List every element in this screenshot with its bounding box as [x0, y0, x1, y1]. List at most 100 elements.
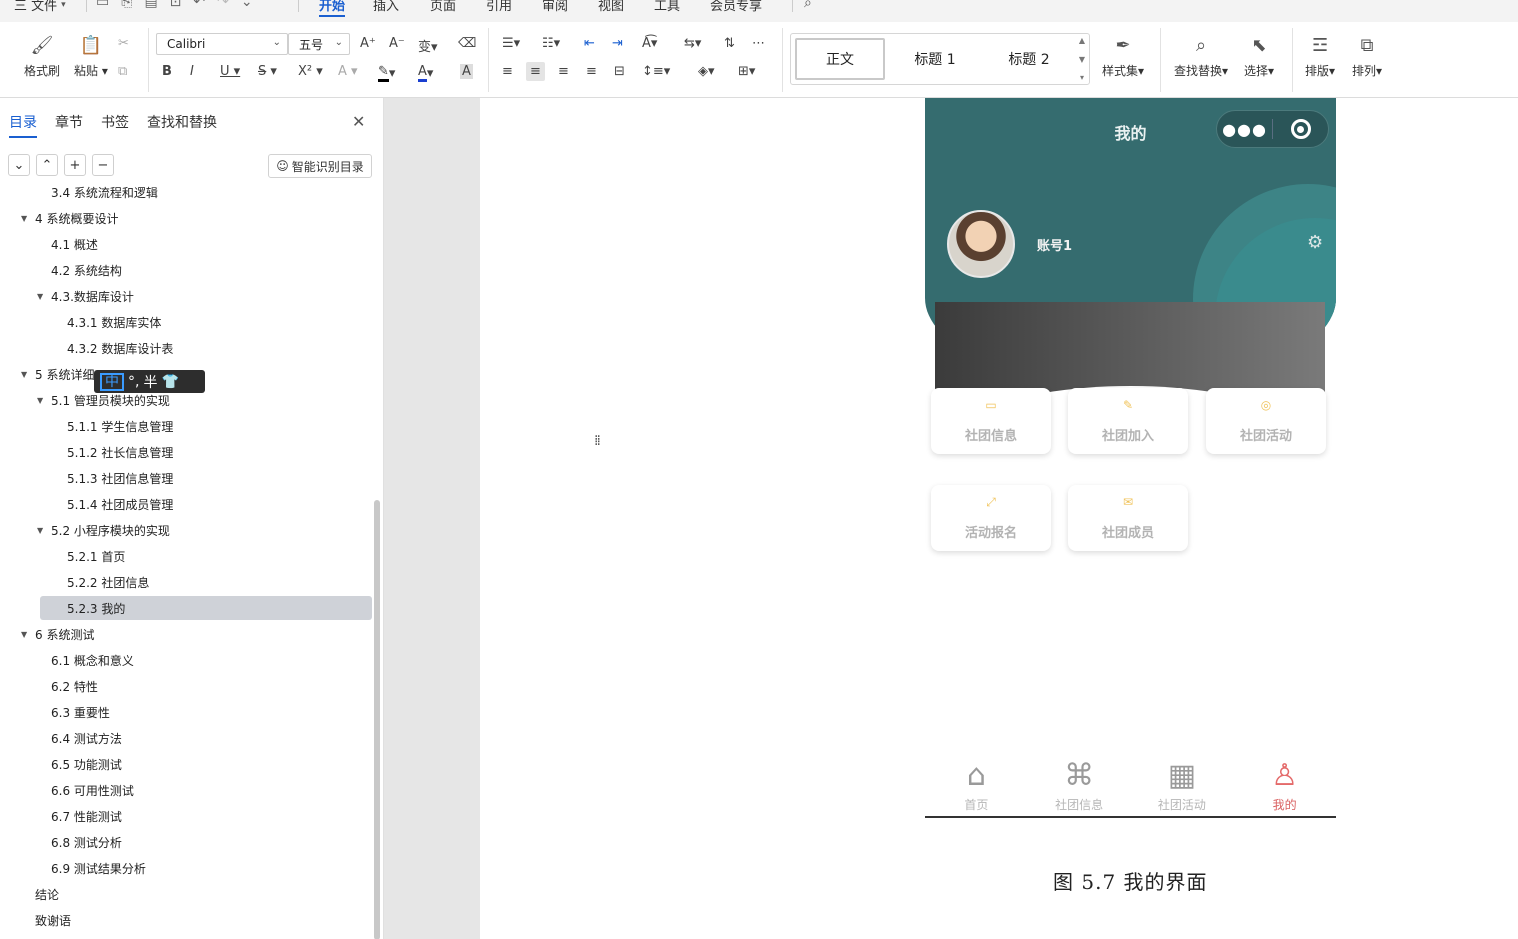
toc-item[interactable]: 5.2.2 社团信息	[0, 570, 372, 594]
tab-toc[interactable]: 目录	[9, 112, 37, 138]
tab-view[interactable]: 视图	[598, 0, 624, 14]
find-replace-button[interactable]: ⌕ 查找替换▾	[1174, 34, 1228, 79]
share-icon[interactable]: ⎘	[121, 0, 132, 10]
tab-tools[interactable]: 工具	[654, 0, 680, 14]
font-size-select[interactable]: 五号 ⌄	[288, 33, 350, 55]
ime-width[interactable]: 半	[143, 372, 157, 392]
toc-item[interactable]: 致谢语	[0, 908, 372, 932]
toc-item[interactable]: 5.1.3 社团信息管理	[0, 466, 372, 490]
bullet-list-icon[interactable]: ☰▾	[502, 36, 520, 51]
toc-item[interactable]: 6.3 重要性	[0, 700, 372, 724]
customize-icon[interactable]: ⌄	[241, 0, 253, 10]
tab-home[interactable]: 开始	[319, 0, 346, 17]
toc-item[interactable]: 5.1.4 社团成员管理	[0, 492, 372, 516]
align-right-icon[interactable]: ≡	[558, 64, 569, 79]
sort-icon[interactable]: ⇅	[724, 36, 735, 51]
skin-icon[interactable]: 👕	[161, 374, 178, 390]
style-heading-1[interactable]: 标题 1	[891, 38, 979, 80]
align-center-icon[interactable]: ≡	[526, 62, 545, 81]
style-gallery-scroll[interactable]: ▲ ▼ ▾	[1077, 36, 1087, 82]
cut-icon[interactable]: ✂	[118, 36, 129, 51]
strikethrough-icon[interactable]: S̶ ▾	[258, 64, 277, 79]
shading-icon[interactable]: ◈▾	[698, 64, 715, 79]
tab-chapters[interactable]: 章节	[55, 112, 83, 138]
style-heading-2[interactable]: 标题 2	[985, 38, 1073, 80]
toc-item[interactable]: 3.4 系统流程和逻辑	[0, 180, 372, 204]
toc-item[interactable]: 6.7 性能测试	[0, 804, 372, 828]
file-menu[interactable]: 三 文件 ▾	[14, 0, 66, 14]
arrange-button[interactable]: ⧉ 排列▾	[1352, 34, 1382, 79]
bold-icon[interactable]: B	[162, 64, 172, 79]
toc-item[interactable]: 4.1 概述	[0, 232, 372, 256]
toc-item[interactable]: 6.2 特性	[0, 674, 372, 698]
convert-icon[interactable]: ⇆▾	[684, 36, 701, 51]
undo-icon[interactable]: ↶	[193, 0, 205, 10]
phonetic-guide-icon[interactable]: 变▾	[418, 36, 438, 55]
line-spacing-icon[interactable]: ↕≡▾	[642, 64, 670, 79]
toc-item[interactable]: ▼ 6 系统测试	[0, 622, 372, 646]
toc-item[interactable]: 4.3.2 数据库设计表	[0, 336, 372, 360]
expand-icon[interactable]: ▾	[1080, 73, 1084, 82]
add-heading-button[interactable]: +	[64, 154, 86, 176]
search-icon[interactable]: ⌕	[804, 0, 812, 11]
chevron-up-icon[interactable]: ▲	[1079, 36, 1085, 45]
layout-button[interactable]: ☲ 排版▾	[1305, 34, 1335, 79]
ime-mode[interactable]: 中	[100, 372, 124, 391]
expand-triangle-icon[interactable]: ▼	[21, 214, 27, 223]
superscript-icon[interactable]: X² ▾	[298, 64, 323, 79]
increase-indent-icon[interactable]: ⇥	[612, 36, 623, 51]
toc-item[interactable]: 6.5 功能测试	[0, 752, 372, 776]
underline-icon[interactable]: U ▾	[220, 64, 240, 79]
toc-item[interactable]: 5.1.2 社长信息管理	[0, 440, 372, 464]
toc-item[interactable]: 6.1 概念和意义	[0, 648, 372, 672]
file-menu-label[interactable]: 三 文件	[14, 0, 57, 14]
highlight-icon[interactable]: ✎ ▾	[378, 64, 395, 82]
toc-item[interactable]: ▼ 5.2 小程序模块的实现	[0, 518, 372, 542]
decrease-indent-icon[interactable]: ⇤	[584, 36, 595, 51]
expand-triangle-icon[interactable]: ▼	[37, 526, 43, 535]
tab-references[interactable]: 引用	[486, 0, 512, 14]
expand-triangle-icon[interactable]: ▼	[37, 396, 43, 405]
justify-icon[interactable]: ≡	[586, 64, 597, 79]
toc-item[interactable]: ▼ 4 系统概要设计	[0, 206, 372, 230]
font-color-icon[interactable]: A ▾	[418, 64, 433, 82]
tab-member[interactable]: 会员专享	[710, 0, 762, 14]
print-preview-icon[interactable]: ⊡	[170, 0, 182, 10]
drag-handle-icon[interactable]: ⁞⁞	[594, 434, 601, 448]
toc-item[interactable]: 4.2 系统结构	[0, 258, 372, 282]
toc-item[interactable]: 6.6 可用性测试	[0, 778, 372, 802]
close-icon[interactable]: ✕	[352, 112, 365, 131]
remove-heading-button[interactable]: −	[92, 154, 114, 176]
toc-item[interactable]: 6.4 测试方法	[0, 726, 372, 750]
distribute-icon[interactable]: ⊟	[614, 64, 625, 79]
text-effect-icon[interactable]: A ▾	[338, 64, 358, 79]
toc-item[interactable]: 5.1.1 学生信息管理	[0, 414, 372, 438]
border-icon[interactable]: ⊞▾	[738, 64, 755, 79]
tab-insert[interactable]: 插入	[373, 0, 399, 14]
ime-punct[interactable]: °,	[128, 374, 139, 390]
expand-triangle-icon[interactable]: ▼	[21, 370, 27, 379]
expand-triangle-icon[interactable]: ▼	[21, 630, 27, 639]
show-marks-icon[interactable]: ⋯	[752, 36, 765, 51]
toc-scrollbar[interactable]	[374, 500, 380, 939]
save-icon[interactable]: ▭	[96, 0, 109, 10]
font-name-select[interactable]: Calibri ⌄	[156, 33, 288, 55]
expand-up-button[interactable]: ⌃	[36, 154, 58, 176]
align-left-icon[interactable]: ≡	[502, 64, 513, 79]
grow-font-icon[interactable]: A⁺	[360, 36, 376, 51]
paste-button[interactable]: 📋 粘贴 ▾	[74, 34, 108, 79]
chevron-down-icon[interactable]: ▼	[1079, 55, 1085, 64]
toc-item[interactable]: ▼ 4.3.数据库设计	[0, 284, 372, 308]
italic-icon[interactable]: I	[190, 64, 194, 79]
char-shading-icon[interactable]: A	[460, 64, 473, 79]
text-direction-icon[interactable]: A͡▾	[642, 36, 657, 51]
toc-item[interactable]: 4.3.1 数据库实体	[0, 310, 372, 334]
collapse-all-button[interactable]: ⌄	[8, 154, 30, 176]
format-painter-button[interactable]: 🖌 格式刷	[24, 34, 60, 79]
tab-review[interactable]: 审阅	[542, 0, 568, 14]
toc-item[interactable]: 6.8 测试分析	[0, 830, 372, 854]
toc-item[interactable]: 5.2.3 我的	[40, 596, 372, 620]
shrink-font-icon[interactable]: A⁻	[389, 36, 405, 51]
select-button[interactable]: ⬉ 选择▾	[1244, 34, 1274, 79]
style-set-button[interactable]: ✒ 样式集▾	[1102, 34, 1144, 79]
